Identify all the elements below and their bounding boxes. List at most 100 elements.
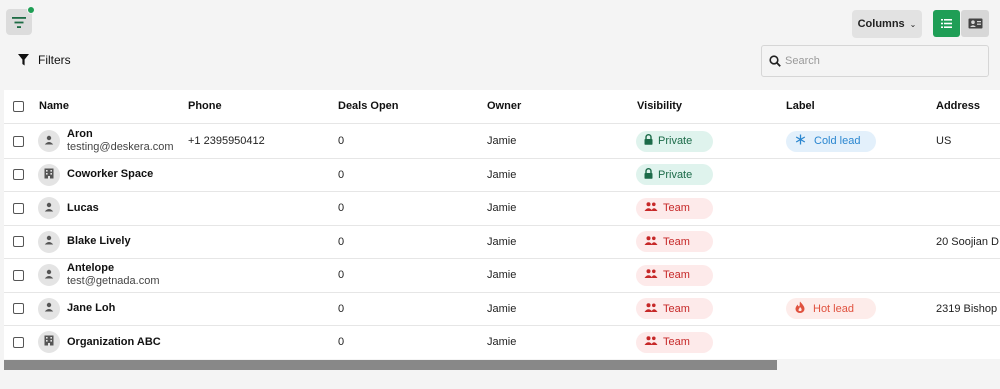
header-phone[interactable]: Phone [188, 90, 222, 123]
search-box [761, 45, 989, 77]
row-checkbox[interactable] [13, 303, 24, 315]
flame-icon [795, 301, 805, 316]
deals-open-cell: 0 [338, 336, 345, 349]
row-checkbox[interactable] [13, 202, 24, 214]
header-visibility[interactable]: Visibility [637, 90, 682, 123]
name-block: Jane Loh [67, 302, 115, 315]
person-icon [44, 302, 54, 315]
search-icon [769, 55, 781, 67]
address-cell: US [936, 135, 952, 148]
card-view-button[interactable] [961, 10, 989, 37]
owner-cell: Jamie [487, 336, 517, 349]
lock-icon [644, 167, 653, 182]
label-text: Hot lead [813, 302, 854, 315]
visibility-text: Team [663, 336, 690, 349]
table-row[interactable]: Antelope test@getnada.com 0 Jamie Team [4, 259, 1000, 293]
organization-avatar [38, 163, 60, 186]
team-icon [644, 236, 658, 248]
person-icon [44, 235, 54, 248]
name-block: Coworker Space [67, 168, 153, 181]
header-name[interactable]: Name [39, 90, 69, 123]
visibility-badge: Private [636, 130, 713, 152]
table-header-row: Name Phone Deals Open Owner Visibility L… [4, 90, 1000, 124]
list-view-button[interactable] [933, 10, 960, 37]
header-address[interactable]: Address [936, 90, 980, 123]
name-block: Organization ABC [67, 336, 161, 349]
deals-open-cell: 0 [338, 302, 345, 315]
name-block: Antelope test@getnada.com [67, 262, 160, 288]
contact-name[interactable]: Organization ABC [67, 336, 161, 349]
table-row[interactable]: Jane Loh 0 Jamie Team Hot lead 2319 Bishop [4, 293, 1000, 326]
header-owner[interactable]: Owner [487, 90, 521, 123]
columns-button-label: Columns [857, 18, 905, 30]
address-cell: 2319 Bishop [936, 302, 998, 315]
table-row[interactable]: Aron testing@deskera.com +1 2395950412 0 Jam… [4, 125, 1000, 159]
owner-cell: Jamie [487, 168, 517, 181]
header-label[interactable]: Label [786, 90, 815, 123]
contact-name[interactable]: Antelope [67, 262, 160, 275]
owner-cell: Jamie [487, 269, 517, 282]
visibility-text: Team [663, 269, 690, 282]
filter-lines-icon [12, 16, 26, 28]
visibility-text: Team [663, 235, 690, 248]
contact-card-icon [968, 18, 982, 29]
label-badge: Cold lead [786, 130, 876, 152]
table-row[interactable]: Lucas 0 Jamie Team [4, 192, 1000, 226]
row-checkbox[interactable] [13, 236, 24, 248]
deals-open-cell: 0 [338, 202, 345, 215]
person-icon [44, 202, 54, 215]
table-row[interactable]: Coworker Space 0 Jamie Private [4, 159, 1000, 192]
row-checkbox[interactable] [13, 269, 24, 281]
deals-open-cell: 0 [338, 235, 345, 248]
visibility-text: Team [663, 202, 690, 215]
name-block: Aron testing@deskera.com [67, 128, 174, 154]
lock-icon [644, 134, 653, 148]
top-toolbar: Columns ⌄ [0, 0, 1000, 44]
search-input[interactable] [785, 55, 975, 67]
person-avatar [38, 230, 60, 253]
visibility-badge: Private [636, 164, 713, 186]
phone-cell: +1 2395950412 [188, 135, 265, 148]
person-icon [44, 135, 54, 148]
header-deals-open[interactable]: Deals Open [338, 90, 399, 123]
contact-name[interactable]: Coworker Space [67, 168, 153, 181]
table-row[interactable]: Blake Lively 0 Jamie Team 20 Soojian D [4, 226, 1000, 259]
contact-name[interactable]: Jane Loh [67, 302, 115, 315]
funnel-icon [18, 54, 29, 66]
columns-button[interactable]: Columns ⌄ [852, 10, 922, 38]
snowflake-icon [795, 134, 806, 148]
owner-cell: Jamie [487, 235, 517, 248]
visibility-badge: Team [636, 331, 713, 353]
owner-cell: Jamie [487, 135, 517, 148]
visibility-badge: Team [636, 264, 713, 286]
deals-open-cell: 0 [338, 135, 345, 148]
horizontal-scrollbar[interactable] [4, 360, 777, 370]
person-icon [44, 269, 54, 282]
row-checkbox[interactable] [13, 135, 24, 147]
visibility-badge: Team [636, 298, 713, 320]
contact-email: testing@deskera.com [67, 141, 174, 154]
row-checkbox[interactable] [13, 336, 24, 348]
list-icon [941, 19, 952, 28]
deals-open-cell: 0 [338, 269, 345, 282]
contact-email: test@getnada.com [67, 275, 160, 288]
visibility-badge: Team [636, 197, 713, 219]
contact-name[interactable]: Blake Lively [67, 235, 131, 248]
person-avatar [38, 297, 60, 320]
organization-avatar [38, 331, 60, 354]
filters-button[interactable]: Filters [18, 53, 71, 67]
contact-name[interactable]: Lucas [67, 202, 99, 215]
building-icon [44, 168, 54, 182]
team-icon [644, 336, 658, 348]
contacts-table: Name Phone Deals Open Owner Visibility L… [4, 90, 1000, 359]
select-all-checkbox[interactable] [13, 100, 24, 112]
row-checkbox[interactable] [13, 169, 24, 181]
team-icon [644, 269, 658, 281]
address-cell: 20 Soojian D [936, 235, 999, 248]
name-block: Lucas [67, 202, 99, 215]
label-text: Cold lead [814, 135, 861, 148]
contact-name[interactable]: Aron [67, 128, 174, 141]
visibility-text: Private [658, 135, 693, 148]
table-row[interactable]: Organization ABC 0 Jamie Team [4, 326, 1000, 359]
filter-toggle-button[interactable] [6, 6, 35, 35]
